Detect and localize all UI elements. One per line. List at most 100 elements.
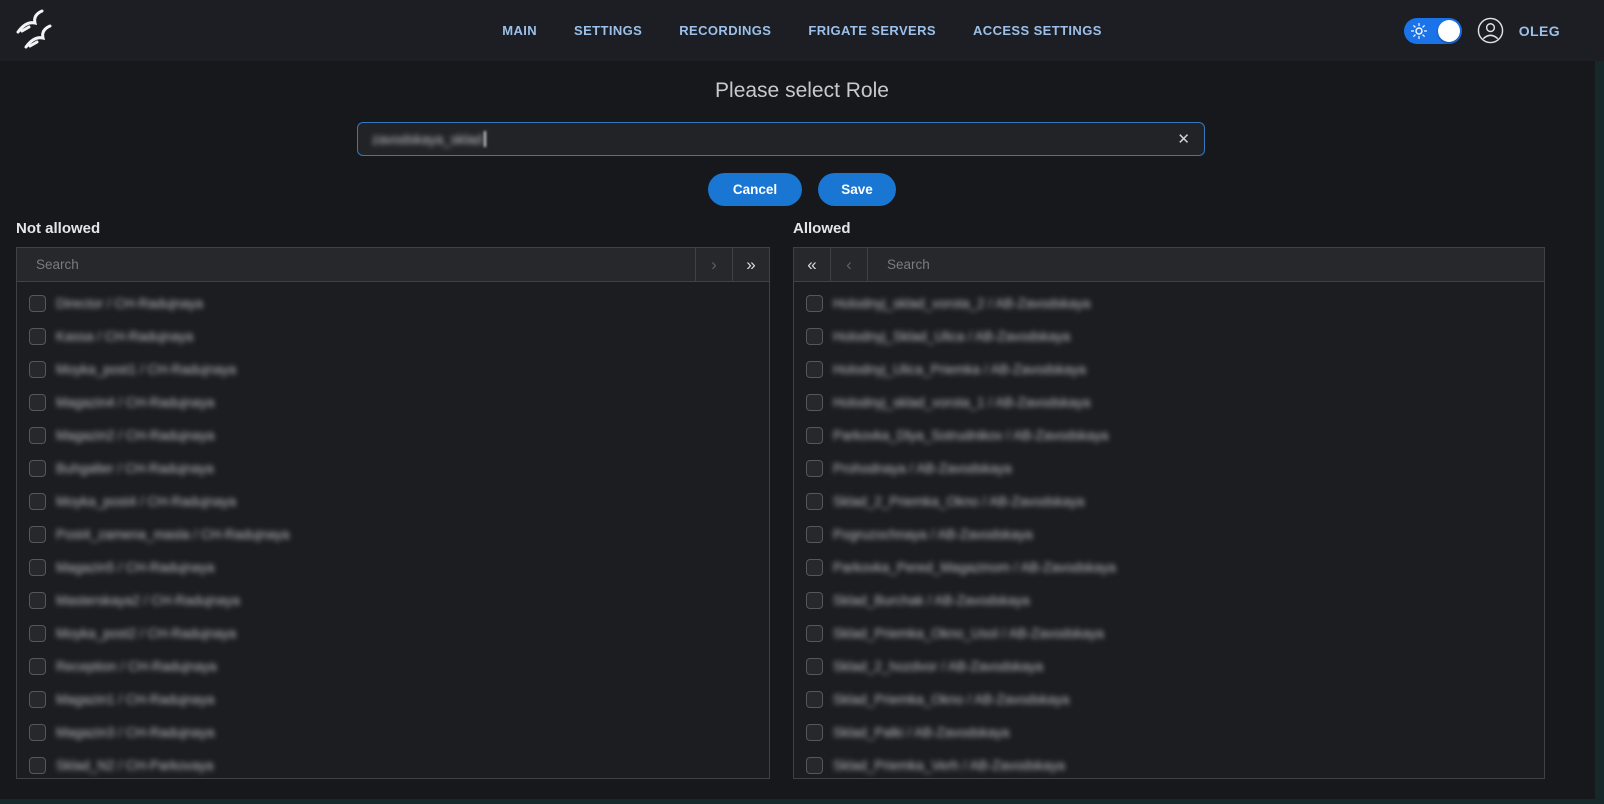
list-item-label: Magazin5 / CH-Radujnaya <box>56 560 214 575</box>
item-checkbox[interactable] <box>29 460 46 477</box>
item-checkbox[interactable] <box>29 625 46 642</box>
list-item[interactable]: Sklad_Priemka_Okno / AB-Zavodskaya <box>806 691 1544 708</box>
list-item[interactable]: Masterskaya2 / CH-Radujnaya <box>29 592 769 609</box>
item-checkbox[interactable] <box>806 724 823 741</box>
theme-toggle[interactable] <box>1404 18 1462 44</box>
list-item[interactable]: Holodnyj_Ulica_Priemka / AB-Zavodskaya <box>806 361 1544 378</box>
item-checkbox[interactable] <box>29 658 46 675</box>
list-item[interactable]: Moyka_post1 / CH-Radujnaya <box>29 361 769 378</box>
move-selected-left-button[interactable]: ‹ <box>831 248 868 281</box>
list-item[interactable]: Holodnyj_sklad_vorota_2 / AB-Zavodskaya <box>806 295 1544 312</box>
list-item[interactable]: Parkovka_Dlya_Sotrudnikov / AB-Zavodskay… <box>806 427 1544 444</box>
list-item[interactable]: Reception / CH-Radujnaya <box>29 658 769 675</box>
list-item[interactable]: Pogruzochnaya / AB-Zavodskaya <box>806 526 1544 543</box>
item-checkbox[interactable] <box>806 592 823 609</box>
item-checkbox[interactable] <box>29 757 46 774</box>
move-all-right-button[interactable]: » <box>732 248 769 281</box>
list-item[interactable]: Post4_zamena_masla / CH-Radujnaya <box>29 526 769 543</box>
list-item-label: Magazin4 / CH-Radujnaya <box>56 395 214 410</box>
list-item[interactable]: Magazin5 / CH-Radujnaya <box>29 559 769 576</box>
item-checkbox[interactable] <box>806 394 823 411</box>
list-item-label: Reception / CH-Radujnaya <box>56 659 217 674</box>
not-allowed-title: Not allowed <box>16 220 770 237</box>
nav-item-recordings[interactable]: RECORDINGS <box>679 23 771 38</box>
item-checkbox[interactable] <box>806 691 823 708</box>
item-checkbox[interactable] <box>29 592 46 609</box>
list-item[interactable]: Sklad_Priemka_Verh / AB-Zavodskaya <box>806 757 1544 774</box>
list-item[interactable]: Holodnyj_Sklad_Ulica / AB-Zavodskaya <box>806 328 1544 345</box>
list-item[interactable]: Director / CH-Radujnaya <box>29 295 769 312</box>
item-checkbox[interactable] <box>29 328 46 345</box>
item-checkbox[interactable] <box>806 295 823 312</box>
list-item-label: Pogruzochnaya / AB-Zavodskaya <box>833 527 1033 542</box>
list-item[interactable]: Holodnyj_sklad_vorota_1 / AB-Zavodskaya <box>806 394 1544 411</box>
item-checkbox[interactable] <box>29 559 46 576</box>
username-label[interactable]: OLEG <box>1519 23 1560 39</box>
item-checkbox[interactable] <box>806 361 823 378</box>
item-checkbox[interactable] <box>29 361 46 378</box>
item-checkbox[interactable] <box>29 427 46 444</box>
list-item[interactable]: Buhgalter / CH-Radujnaya <box>29 460 769 477</box>
item-checkbox[interactable] <box>29 691 46 708</box>
nav-item-main[interactable]: MAIN <box>502 23 537 38</box>
list-item[interactable]: Sklad_2_Priemka_Okno / AB-Zavodskaya <box>806 493 1544 510</box>
list-item[interactable]: Sklad_Palki / AB-Zavodskaya <box>806 724 1544 741</box>
list-item[interactable]: Prohodnaya / AB-Zavodskaya <box>806 460 1544 477</box>
item-checkbox[interactable] <box>29 295 46 312</box>
item-checkbox[interactable] <box>806 427 823 444</box>
list-item-label: Masterskaya2 / CH-Radujnaya <box>56 593 240 608</box>
list-item-label: Magazin1 / CH-Radujnaya <box>56 692 214 707</box>
item-checkbox[interactable] <box>29 724 46 741</box>
item-checkbox[interactable] <box>29 394 46 411</box>
list-item[interactable]: Sklad_Priemka_Okno_Usol / AB-Zavodskaya <box>806 625 1544 642</box>
not-allowed-panel-header: › » <box>17 248 769 282</box>
list-item[interactable]: Magazin4 / CH-Radujnaya <box>29 394 769 411</box>
move-selected-right-button[interactable]: › <box>695 248 732 281</box>
list-item-label: Sklad_2_Priemka_Okno / AB-Zavodskaya <box>833 494 1084 509</box>
item-checkbox[interactable] <box>806 460 823 477</box>
item-checkbox[interactable] <box>806 328 823 345</box>
list-item[interactable]: Magazin2 / CH-Radujnaya <box>29 427 769 444</box>
list-item-label: Magazin2 / CH-Radujnaya <box>56 428 214 443</box>
list-item[interactable]: Sklad_N2 / CH-Parkovaya <box>29 757 769 774</box>
nav-item-frigate-servers[interactable]: FRIGATE SERVERS <box>808 23 936 38</box>
item-checkbox[interactable] <box>806 526 823 543</box>
frigate-logo-icon[interactable] <box>12 7 58 53</box>
list-item-label: Parkovka_Pered_Magazinom / AB-Zavodskaya <box>833 560 1116 575</box>
list-item[interactable]: Parkovka_Pered_Magazinom / AB-Zavodskaya <box>806 559 1544 576</box>
toggle-knob <box>1438 20 1460 42</box>
item-checkbox[interactable] <box>806 559 823 576</box>
cancel-button[interactable]: Cancel <box>708 173 802 206</box>
list-item[interactable]: Moyka_post2 / CH-Radujnaya <box>29 625 769 642</box>
nav-item-access-settings[interactable]: ACCESS SETTINGS <box>973 23 1102 38</box>
item-checkbox[interactable] <box>806 493 823 510</box>
list-item-label: Moyka_post4 / CH-Radujnaya <box>56 494 236 509</box>
list-item[interactable]: Sklad_Burchak / AB-Zavodskaya <box>806 592 1544 609</box>
allowed-title: Allowed <box>793 220 1545 237</box>
user-avatar-icon[interactable] <box>1477 17 1504 44</box>
nav-item-settings[interactable]: SETTINGS <box>574 23 642 38</box>
clear-input-icon[interactable]: ✕ <box>1177 132 1190 147</box>
item-checkbox[interactable] <box>29 526 46 543</box>
item-checkbox[interactable] <box>806 757 823 774</box>
move-all-left-button[interactable]: « <box>794 248 831 281</box>
role-input[interactable]: zavodskaya_sklad ✕ <box>357 122 1205 156</box>
not-allowed-list: Director / CH-Radujnaya Kassa / CH-Raduj… <box>17 282 769 774</box>
item-checkbox[interactable] <box>806 625 823 642</box>
list-item[interactable]: Magazin3 / CH-Radujnaya <box>29 724 769 741</box>
allowed-search-input[interactable] <box>868 248 1544 281</box>
list-item[interactable]: Moyka_post4 / CH-Radujnaya <box>29 493 769 510</box>
list-item-label: Sklad_Burchak / AB-Zavodskaya <box>833 593 1030 608</box>
not-allowed-search-input[interactable] <box>17 248 695 281</box>
list-item-label: Holodnyj_sklad_vorota_2 / AB-Zavodskaya <box>833 296 1090 311</box>
list-item[interactable]: Magazin1 / CH-Radujnaya <box>29 691 769 708</box>
item-checkbox[interactable] <box>806 658 823 675</box>
list-item[interactable]: Sklad_2_hozdvor / AB-Zavodskaya <box>806 658 1544 675</box>
vertical-scrollbar[interactable] <box>1595 61 1604 804</box>
not-allowed-panel: › » Director / CH-Radujnaya Kassa / CH-R… <box>16 247 770 779</box>
save-button[interactable]: Save <box>818 173 896 206</box>
list-item[interactable]: Kassa / CH-Radujnaya <box>29 328 769 345</box>
list-item-label: Sklad_N2 / CH-Parkovaya <box>56 758 214 773</box>
horizontal-scrollbar[interactable] <box>0 799 1604 804</box>
item-checkbox[interactable] <box>29 493 46 510</box>
